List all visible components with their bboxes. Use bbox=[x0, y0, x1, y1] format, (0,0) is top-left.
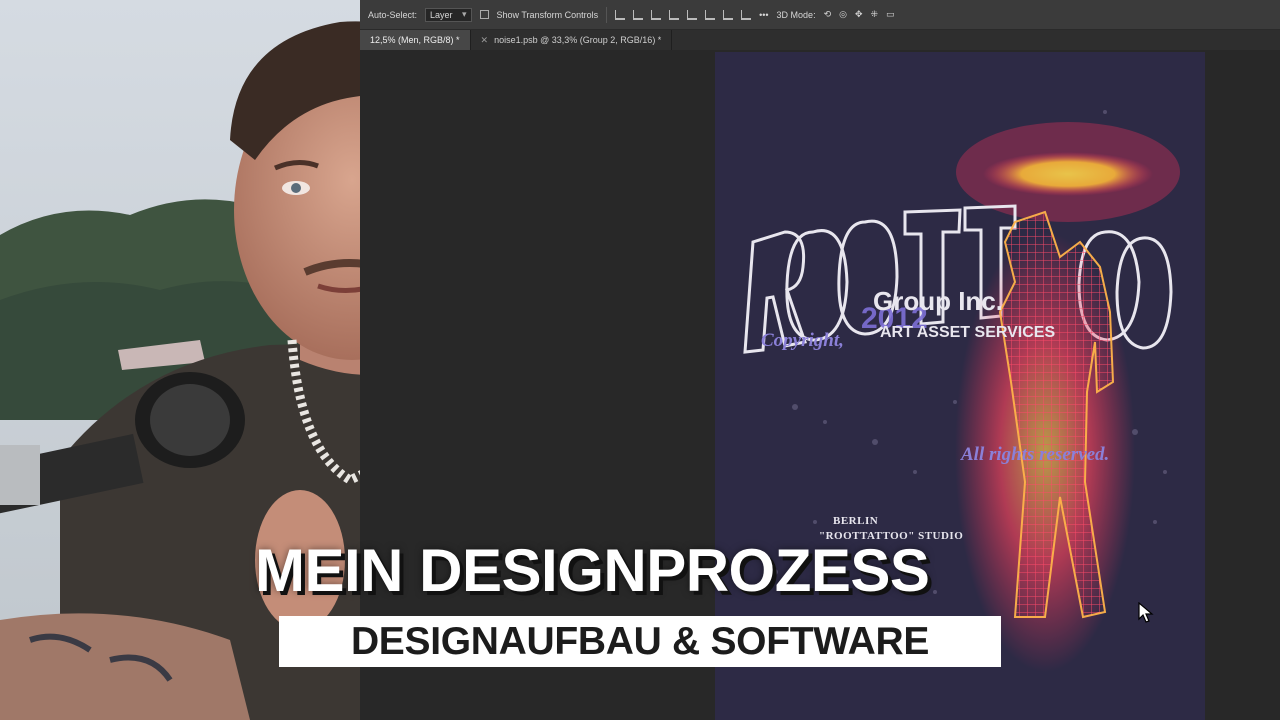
auto-select-dropdown[interactable]: Layer bbox=[425, 7, 472, 22]
photoshop-document-tabs: 12,5% (Men, RGB/8) * ✕ noise1.psb @ 33,3… bbox=[360, 30, 1280, 50]
auto-select-label: Auto-Select: bbox=[368, 9, 418, 20]
3d-scale-icon[interactable]: ▭ bbox=[886, 9, 895, 20]
show-transform-label: Show Transform Controls bbox=[496, 9, 599, 20]
halo-ring bbox=[983, 152, 1153, 196]
artwork-rights: All rights reserved. bbox=[961, 444, 1110, 465]
more-options-icon[interactable]: ••• bbox=[759, 10, 768, 20]
tab-label: noise1.psb @ 33,3% (Group 2, RGB/16) * bbox=[494, 35, 662, 45]
photoshop-options-bar: Auto-Select: Layer Show Transform Contro… bbox=[360, 0, 1280, 30]
show-transform-checkbox[interactable] bbox=[479, 10, 489, 19]
align-top-icon[interactable] bbox=[687, 9, 698, 20]
3d-pan-icon[interactable]: ✥ bbox=[855, 9, 863, 20]
artwork-services: ART ASSET SERVICES bbox=[880, 324, 1056, 341]
align-center-icon[interactable] bbox=[633, 9, 644, 20]
align-bottom-icon[interactable] bbox=[723, 9, 734, 20]
mouse-cursor-icon bbox=[1138, 602, 1154, 623]
align-middle-icon[interactable] bbox=[705, 9, 716, 20]
video-subtitle: DESIGNAUFBAU & SOFTWARE bbox=[350, 619, 930, 663]
tab-noise-document[interactable]: ✕ noise1.psb @ 33,3% (Group 2, RGB/16) * bbox=[471, 30, 673, 50]
artwork-group-name: Group Inc. bbox=[873, 286, 1003, 316]
artwork-city: BERLIN bbox=[833, 515, 879, 527]
close-icon[interactable]: ✕ bbox=[481, 35, 489, 46]
divider bbox=[606, 6, 608, 23]
tab-men-document[interactable]: 12,5% (Men, RGB/8) * bbox=[360, 30, 471, 50]
artwork-copyright: Copyright, bbox=[761, 330, 844, 351]
3d-mode-label: 3D Mode: bbox=[776, 9, 816, 20]
distribute-icon[interactable] bbox=[669, 9, 680, 20]
3d-slide-icon[interactable]: ⁜ bbox=[871, 9, 879, 20]
3d-orbit-icon[interactable]: ⟲ bbox=[824, 9, 832, 20]
distribute-vertical-icon[interactable] bbox=[741, 9, 752, 20]
tab-label: 12,5% (Men, RGB/8) * bbox=[370, 35, 460, 45]
align-left-icon[interactable] bbox=[615, 9, 626, 20]
video-title: MEIN DESIGNPROZESS bbox=[255, 537, 930, 604]
align-right-icon[interactable] bbox=[651, 9, 662, 20]
subtitle-banner: DESIGNAUFBAU & SOFTWARE bbox=[279, 616, 1001, 667]
3d-roll-icon[interactable]: ◎ bbox=[839, 9, 847, 20]
align-buttons bbox=[615, 9, 752, 20]
